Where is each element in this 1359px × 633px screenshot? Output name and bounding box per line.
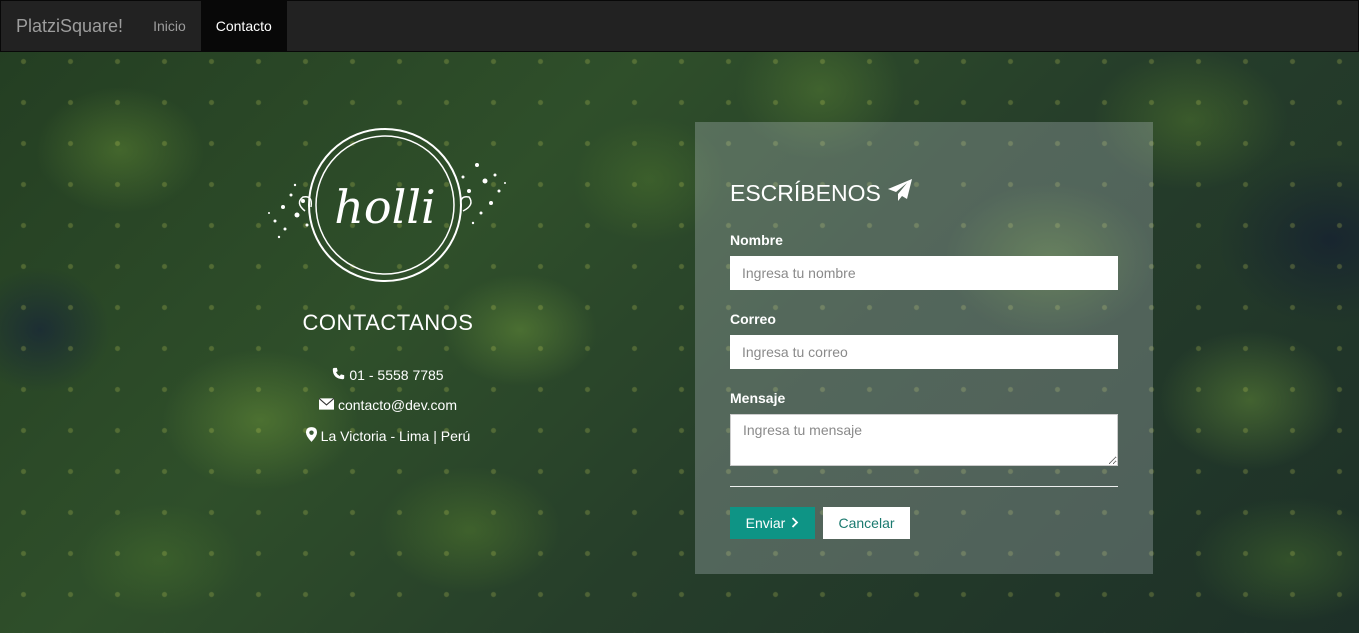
form-title: ESCRÍBENOS (730, 178, 913, 208)
email-label: Correo (730, 311, 776, 327)
navbar: PlatziSquare! Inicio Contacto (0, 0, 1359, 52)
form-title-text: ESCRÍBENOS (730, 179, 881, 206)
contact-form-card: ESCRÍBENOS Nombre Correo Mensaje Enviar … (695, 122, 1153, 574)
nav-link-contacto[interactable]: Contacto (200, 1, 287, 51)
message-textarea[interactable] (730, 414, 1118, 466)
form-divider (730, 486, 1118, 487)
logo-text: holli (334, 180, 435, 234)
cancel-button[interactable]: Cancelar (823, 507, 910, 539)
navbar-brand[interactable]: PlatziSquare! (1, 1, 138, 51)
contact-phone-text: 01 - 5558 7785 (349, 367, 444, 383)
email-input[interactable] (730, 335, 1118, 369)
contact-title: CONTACTANOS (302, 310, 474, 335)
envelope-icon (318, 397, 334, 413)
contact-address-text: La Victoria - Lima | Perú (320, 428, 471, 444)
send-button[interactable]: Enviar (730, 507, 815, 539)
contact-address: La Victoria - Lima | Perú (240, 427, 536, 445)
name-label: Nombre (730, 232, 783, 248)
paper-plane-icon (887, 178, 913, 208)
name-input[interactable] (730, 256, 1118, 290)
contact-email-text[interactable]: contacto@dev.com (338, 397, 457, 413)
contact-phone: 01 - 5558 7785 (240, 367, 536, 383)
holli-logo: holli (255, 125, 515, 285)
map-marker-icon (305, 427, 317, 445)
send-button-label: Enviar (745, 515, 786, 531)
chevron-right-icon (791, 515, 799, 531)
message-label: Mensaje (730, 390, 786, 406)
background-texture (0, 0, 1359, 633)
phone-icon (332, 367, 345, 383)
contact-email: contacto@dev.com (240, 397, 536, 413)
nav-link-inicio[interactable]: Inicio (138, 1, 201, 51)
